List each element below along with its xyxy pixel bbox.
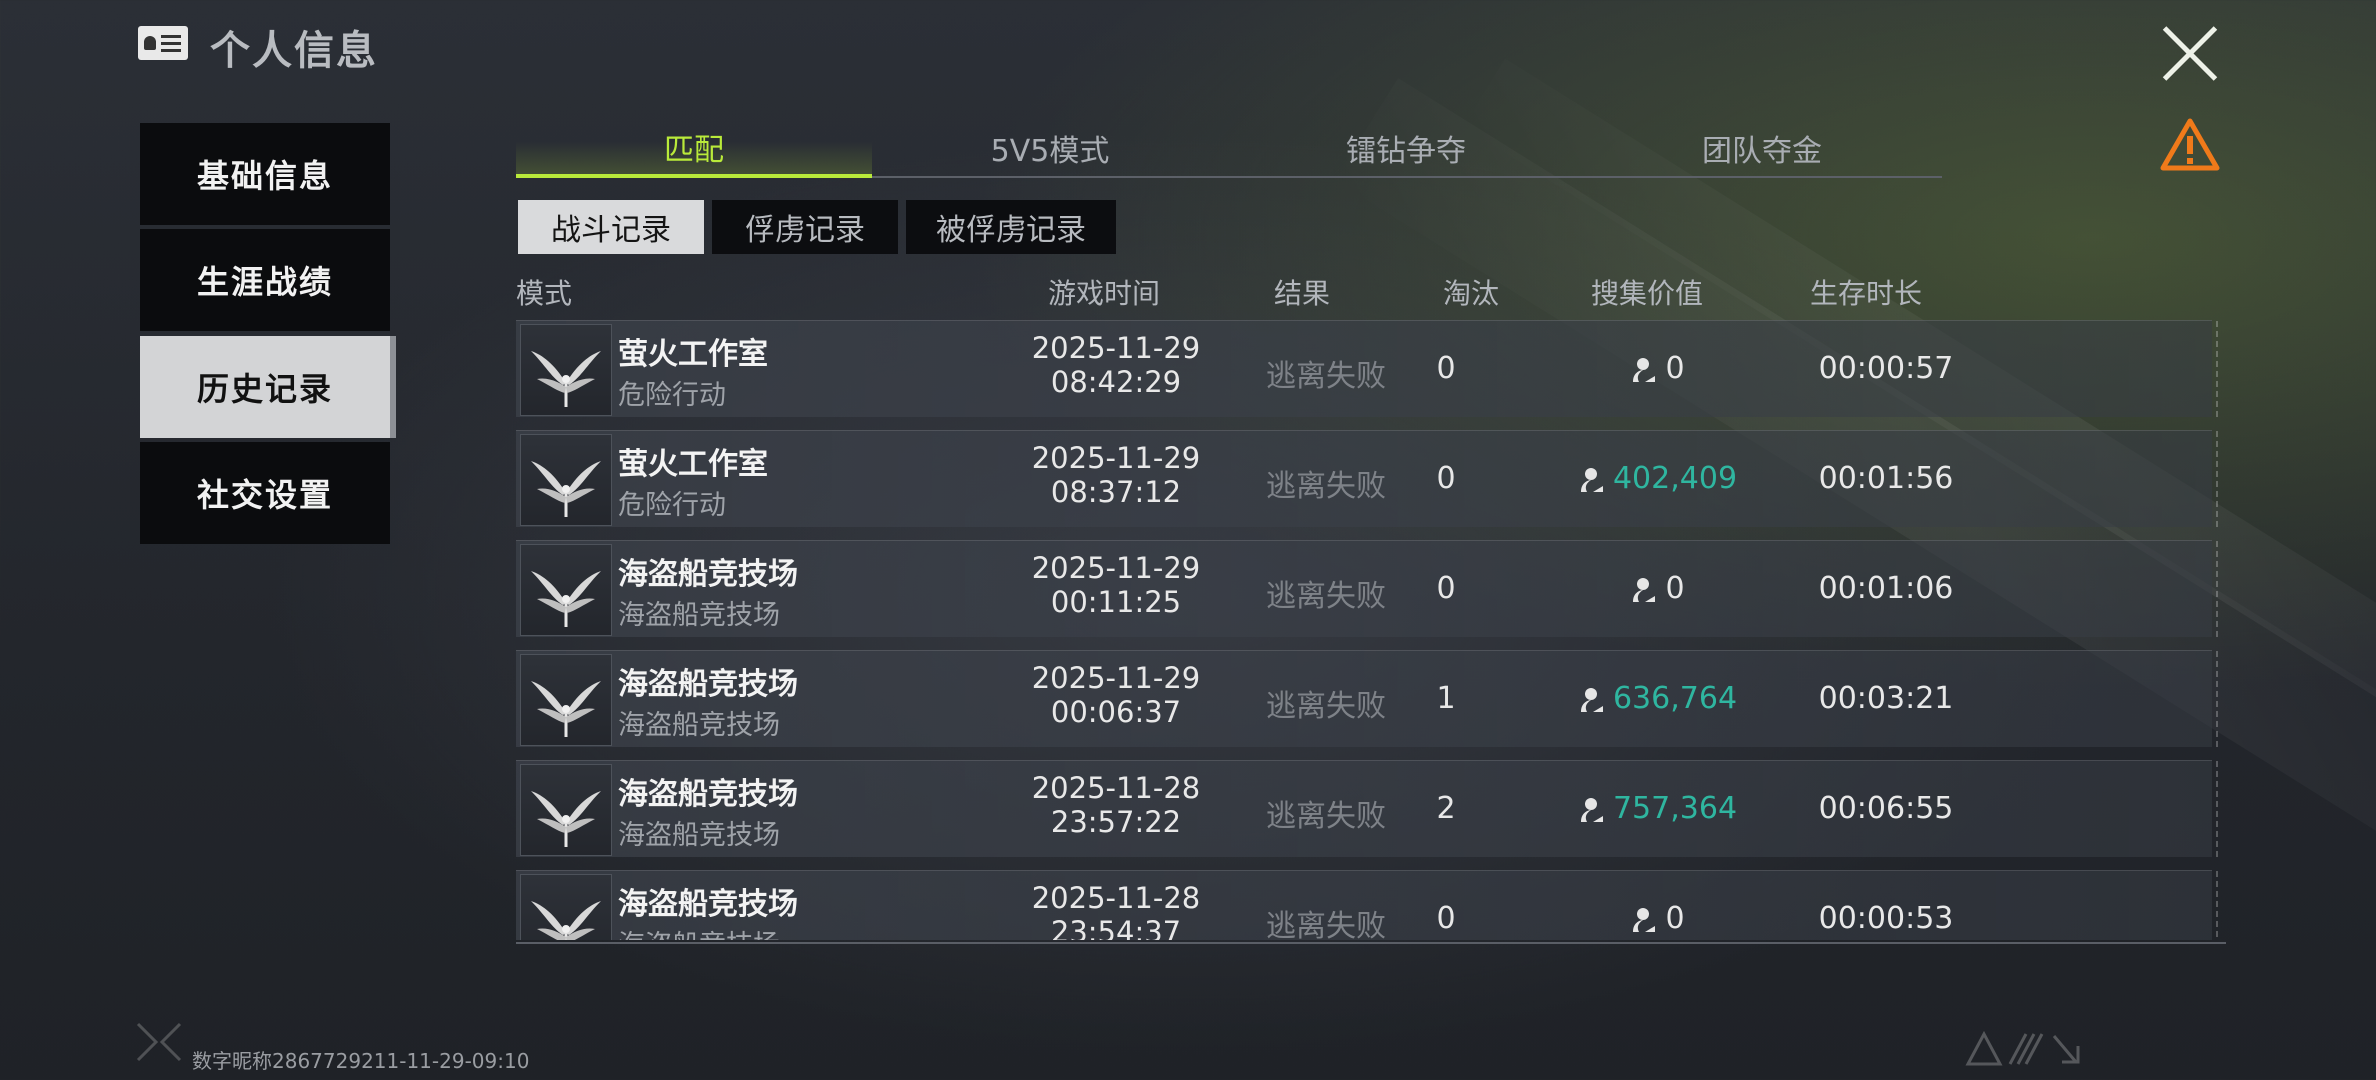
eliminations-count: 0 (1436, 351, 1456, 386)
game-date: 2025-11-29 (1031, 331, 1201, 365)
collected-value: 402,409 (1556, 461, 1756, 496)
collected-value-text: 402,409 (1612, 461, 1738, 496)
currency-icon (1633, 907, 1656, 932)
collected-value-text: 636,764 (1612, 681, 1738, 716)
result-text: 逃离失败 (1266, 909, 1386, 940)
game-clock: 23:57:22 (1050, 805, 1182, 839)
table-row[interactable]: 海盗船竞技场 海盗船竞技场 2025-11-29 00:11:25 逃离失败 0… (516, 540, 2218, 637)
collected-value-text: 0 (1665, 351, 1685, 386)
table-row[interactable]: 海盗船竞技场 海盗船竞技场 2025-11-28 23:57:22 逃离失败 2… (516, 760, 2218, 857)
eliminations-count: 0 (1436, 571, 1456, 606)
result-text: 逃离失败 (1266, 579, 1386, 614)
survival-time: 00:00:53 (1818, 901, 1954, 936)
game-date: 2025-11-29 (1031, 551, 1201, 585)
row-edge-decoration (2208, 321, 2218, 417)
game-date: 2025-11-28 (1031, 771, 1201, 805)
mode-subtitle: 海盗船竞技场 (618, 710, 780, 741)
brand-logo-icon (1965, 1030, 2080, 1066)
mode-name: 萤火工作室 (618, 337, 768, 372)
game-clock: 23:54:37 (1050, 915, 1182, 940)
row-edge-decoration (2208, 761, 2218, 857)
mode-subtitle: 海盗船竞技场 (618, 600, 780, 631)
mode-subtitle: 危险行动 (618, 490, 726, 521)
collected-value: 757,364 (1556, 791, 1756, 826)
row-edge-decoration (2208, 651, 2218, 747)
eliminations-count: 0 (1436, 461, 1456, 496)
survival-time: 00:03:21 (1818, 681, 1954, 716)
table-row[interactable]: 萤火工作室 危险行动 2025-11-29 08:37:12 逃离失败 0 40… (516, 430, 2218, 527)
collected-value: 636,764 (1556, 681, 1756, 716)
mode-subtitle: 危险行动 (618, 380, 726, 411)
currency-icon (1580, 797, 1603, 822)
game-time: 2025-11-28 23:54:37 (1006, 881, 1226, 940)
game-time: 2025-11-28 23:57:22 (1006, 771, 1226, 839)
collected-value-text: 757,364 (1612, 791, 1738, 826)
currency-icon (1633, 357, 1656, 382)
table-row[interactable]: 萤火工作室 危险行动 2025-11-29 08:42:29 逃离失败 0 0 … (516, 320, 2218, 417)
game-time: 2025-11-29 00:11:25 (1006, 551, 1226, 619)
mode-name: 海盗船竞技场 (618, 777, 798, 812)
game-clock: 08:42:29 (1050, 365, 1182, 399)
game-time: 2025-11-29 08:37:12 (1006, 441, 1226, 509)
table-row[interactable]: 海盗船竞技场 海盗船竞技场 2025-11-28 23:54:37 逃离失败 0… (516, 870, 2218, 940)
mode-name: 海盗船竞技场 (618, 557, 798, 592)
survival-time: 00:01:56 (1818, 461, 1954, 496)
footer-logo-icon (136, 1022, 182, 1062)
row-edge-decoration (2208, 541, 2218, 637)
collected-value: 0 (1556, 351, 1756, 386)
mode-emblem-icon (520, 434, 612, 526)
user-watermark: 数字昵称2867729211-11-29-09:10 (192, 1049, 530, 1073)
game-date: 2025-11-29 (1031, 441, 1201, 475)
game-clock: 08:37:12 (1050, 475, 1182, 509)
currency-icon (1580, 687, 1603, 712)
game-date: 2025-11-28 (1031, 881, 1201, 915)
table-row[interactable]: 海盗船竞技场 海盗船竞技场 2025-11-29 00:06:37 逃离失败 1… (516, 650, 2218, 747)
mode-name: 海盗船竞技场 (618, 667, 798, 702)
currency-icon (1633, 577, 1656, 602)
mode-emblem-icon (520, 544, 612, 636)
mode-emblem-icon (520, 324, 612, 416)
table-divider (516, 942, 2226, 944)
mode-name: 海盗船竞技场 (618, 887, 798, 922)
survival-time: 00:06:55 (1818, 791, 1954, 826)
mode-subtitle: 海盗船竞技场 (618, 820, 780, 851)
mode-emblem-icon (520, 654, 612, 746)
mode-emblem-icon (520, 764, 612, 856)
collected-value: 0 (1556, 901, 1756, 936)
eliminations-count: 1 (1436, 681, 1456, 716)
game-clock: 00:11:25 (1050, 585, 1182, 619)
result-text: 逃离失败 (1266, 689, 1386, 724)
game-clock: 00:06:37 (1050, 695, 1182, 729)
mode-subtitle: 海盗船竞技场 (618, 923, 780, 940)
result-text: 逃离失败 (1266, 799, 1386, 834)
survival-time: 00:01:06 (1818, 571, 1954, 606)
game-time: 2025-11-29 00:06:37 (1006, 661, 1226, 729)
result-text: 逃离失败 (1266, 359, 1386, 394)
history-table: 萤火工作室 危险行动 2025-11-29 08:42:29 逃离失败 0 0 … (0, 0, 2376, 940)
game-date: 2025-11-29 (1031, 661, 1201, 695)
collected-value-text: 0 (1665, 571, 1685, 606)
result-text: 逃离失败 (1266, 469, 1386, 504)
row-edge-decoration (2208, 871, 2218, 940)
game-time: 2025-11-29 08:42:29 (1006, 331, 1226, 399)
eliminations-count: 0 (1436, 901, 1456, 936)
mode-emblem-icon (520, 874, 612, 940)
mode-name: 萤火工作室 (618, 447, 768, 482)
row-edge-decoration (2208, 431, 2218, 527)
collected-value-text: 0 (1665, 901, 1685, 936)
survival-time: 00:00:57 (1818, 351, 1954, 386)
currency-icon (1580, 467, 1603, 492)
collected-value: 0 (1556, 571, 1756, 606)
eliminations-count: 2 (1436, 791, 1456, 826)
